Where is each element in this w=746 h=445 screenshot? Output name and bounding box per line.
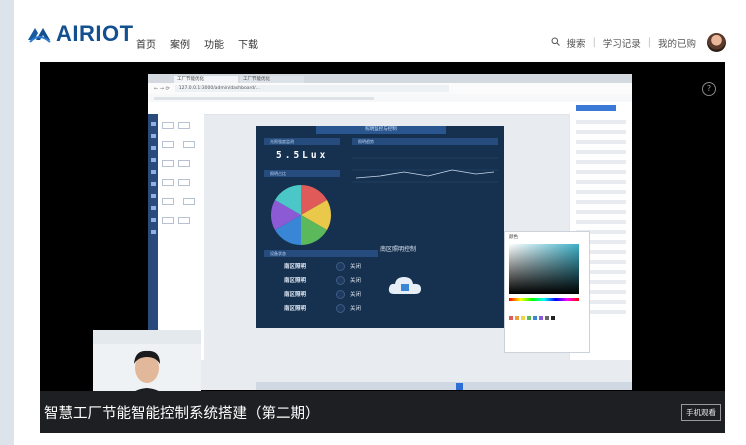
zone-state: 关闭	[350, 292, 362, 298]
bookmarks-row	[154, 96, 374, 100]
color-swatch	[515, 316, 519, 320]
logo-text: AIRIOT	[56, 21, 134, 46]
windows-taskbar	[256, 382, 632, 390]
control-title: 南区照明控制	[380, 246, 417, 253]
color-swatch	[509, 316, 513, 320]
zone-row: 南区照明 关闭	[266, 302, 384, 313]
browser-tabs: 工厂节能优化 工厂节能优化	[148, 74, 632, 83]
mobile-watch-button[interactable]: 手机观看	[681, 404, 721, 421]
search-link[interactable]: 搜索	[567, 36, 586, 50]
browser-tab: 工厂节能优化	[174, 76, 238, 83]
airiot-logo-icon	[28, 28, 51, 43]
panel-state-head: 设备状态	[264, 250, 378, 257]
browser-address-bar: ← → ⟳ 127.0.0.1:3000/admin/dashboard/...	[148, 83, 632, 94]
zone-name: 南区照明	[284, 292, 307, 298]
zone-row: 南区照明 关闭	[266, 260, 384, 271]
zone-state: 关闭	[350, 264, 362, 270]
lux-value: 5.5Lux	[276, 150, 329, 161]
browser-tab: 工厂节能优化	[240, 76, 304, 83]
color-swatch	[527, 316, 531, 320]
dashboard-title: 照明监控与控制	[316, 126, 446, 134]
video-player[interactable]: ? 工厂节能优化 工厂节能优化 ← → ⟳ 127.0.0.1:3000/adm…	[40, 62, 725, 416]
zone-row: 南区照明 关闭	[266, 274, 384, 285]
recorded-screen: 工厂节能优化 工厂节能优化 ← → ⟳ 127.0.0.1:3000/admin…	[148, 74, 632, 390]
zone-status-dot	[336, 276, 345, 285]
zone-status-dot	[336, 304, 345, 313]
color-swatch	[533, 316, 537, 320]
color-swatch	[521, 316, 525, 320]
dashboard-canvas: 照明监控与控制 光照强度监测 照明趋势 5.5Lux 照明占比 设备状态 南区照…	[256, 126, 504, 328]
color-swatch	[551, 316, 555, 320]
trend-line-chart	[352, 157, 498, 183]
site-header: AIRIOT 首页 案例 功能 下载 搜索 | 学习记录 | 我的已购	[14, 0, 746, 62]
video-title: 智慧工厂节能智能控制系统搭建（第二期）	[44, 406, 320, 422]
cloud-icon	[388, 277, 421, 294]
main-nav: 首页 案例 功能 下载	[136, 36, 258, 51]
nav-arrows-icon: ← → ⟳	[154, 85, 170, 92]
editor-sidebar	[148, 114, 158, 360]
bookmarks-bar	[148, 94, 632, 102]
nav-download[interactable]: 下载	[238, 36, 258, 51]
zone-name: 南区照明	[284, 306, 307, 312]
ratio-pie-chart	[270, 185, 332, 245]
divider: |	[647, 37, 651, 48]
nav-features[interactable]: 功能	[204, 36, 224, 51]
color-swatch	[539, 316, 543, 320]
color-gradient	[509, 244, 579, 294]
divider: |	[592, 37, 596, 48]
page: AIRIOT 首页 案例 功能 下载 搜索 | 学习记录 | 我的已购 ? 工厂…	[14, 0, 746, 445]
nav-home[interactable]: 首页	[136, 36, 156, 51]
hue-slider	[509, 298, 579, 301]
study-record-link[interactable]: 学习记录	[603, 36, 641, 50]
panel-lux-head: 光照强度监测	[264, 138, 340, 145]
search-icon[interactable]	[551, 37, 560, 49]
editor-save-button	[576, 105, 616, 111]
zone-name: 南区照明	[284, 264, 307, 270]
video-info-bar: 智慧工厂节能智能控制系统搭建（第二期） 手机观看	[40, 391, 725, 433]
zone-state: 关闭	[350, 306, 362, 312]
help-icon[interactable]: ?	[702, 82, 716, 96]
zone-state: 关闭	[350, 278, 362, 284]
color-picker: 颜色	[504, 231, 590, 353]
user-avatar[interactable]	[707, 33, 726, 52]
header-actions: 搜索 | 学习记录 | 我的已购	[551, 33, 726, 52]
zone-row: 南区照明 关闭	[266, 288, 384, 299]
zone-status-dot	[336, 262, 345, 271]
nav-cases[interactable]: 案例	[170, 36, 190, 51]
zone-status-dot	[336, 290, 345, 299]
my-purchased-link[interactable]: 我的已购	[658, 36, 696, 50]
windows-start-icon	[456, 383, 463, 390]
panel-ratio-head: 照明占比	[264, 170, 340, 177]
editor-toolbar	[148, 102, 632, 115]
zone-name: 南区照明	[284, 278, 307, 284]
color-swatch	[545, 316, 549, 320]
panel-trend-head: 照明趋势	[352, 138, 498, 145]
component-panel	[158, 114, 204, 360]
site-logo[interactable]: AIRIOT	[26, 21, 134, 47]
browser-url: 127.0.0.1:3000/admin/dashboard/...	[174, 85, 449, 92]
color-picker-title: 颜色	[509, 235, 518, 240]
